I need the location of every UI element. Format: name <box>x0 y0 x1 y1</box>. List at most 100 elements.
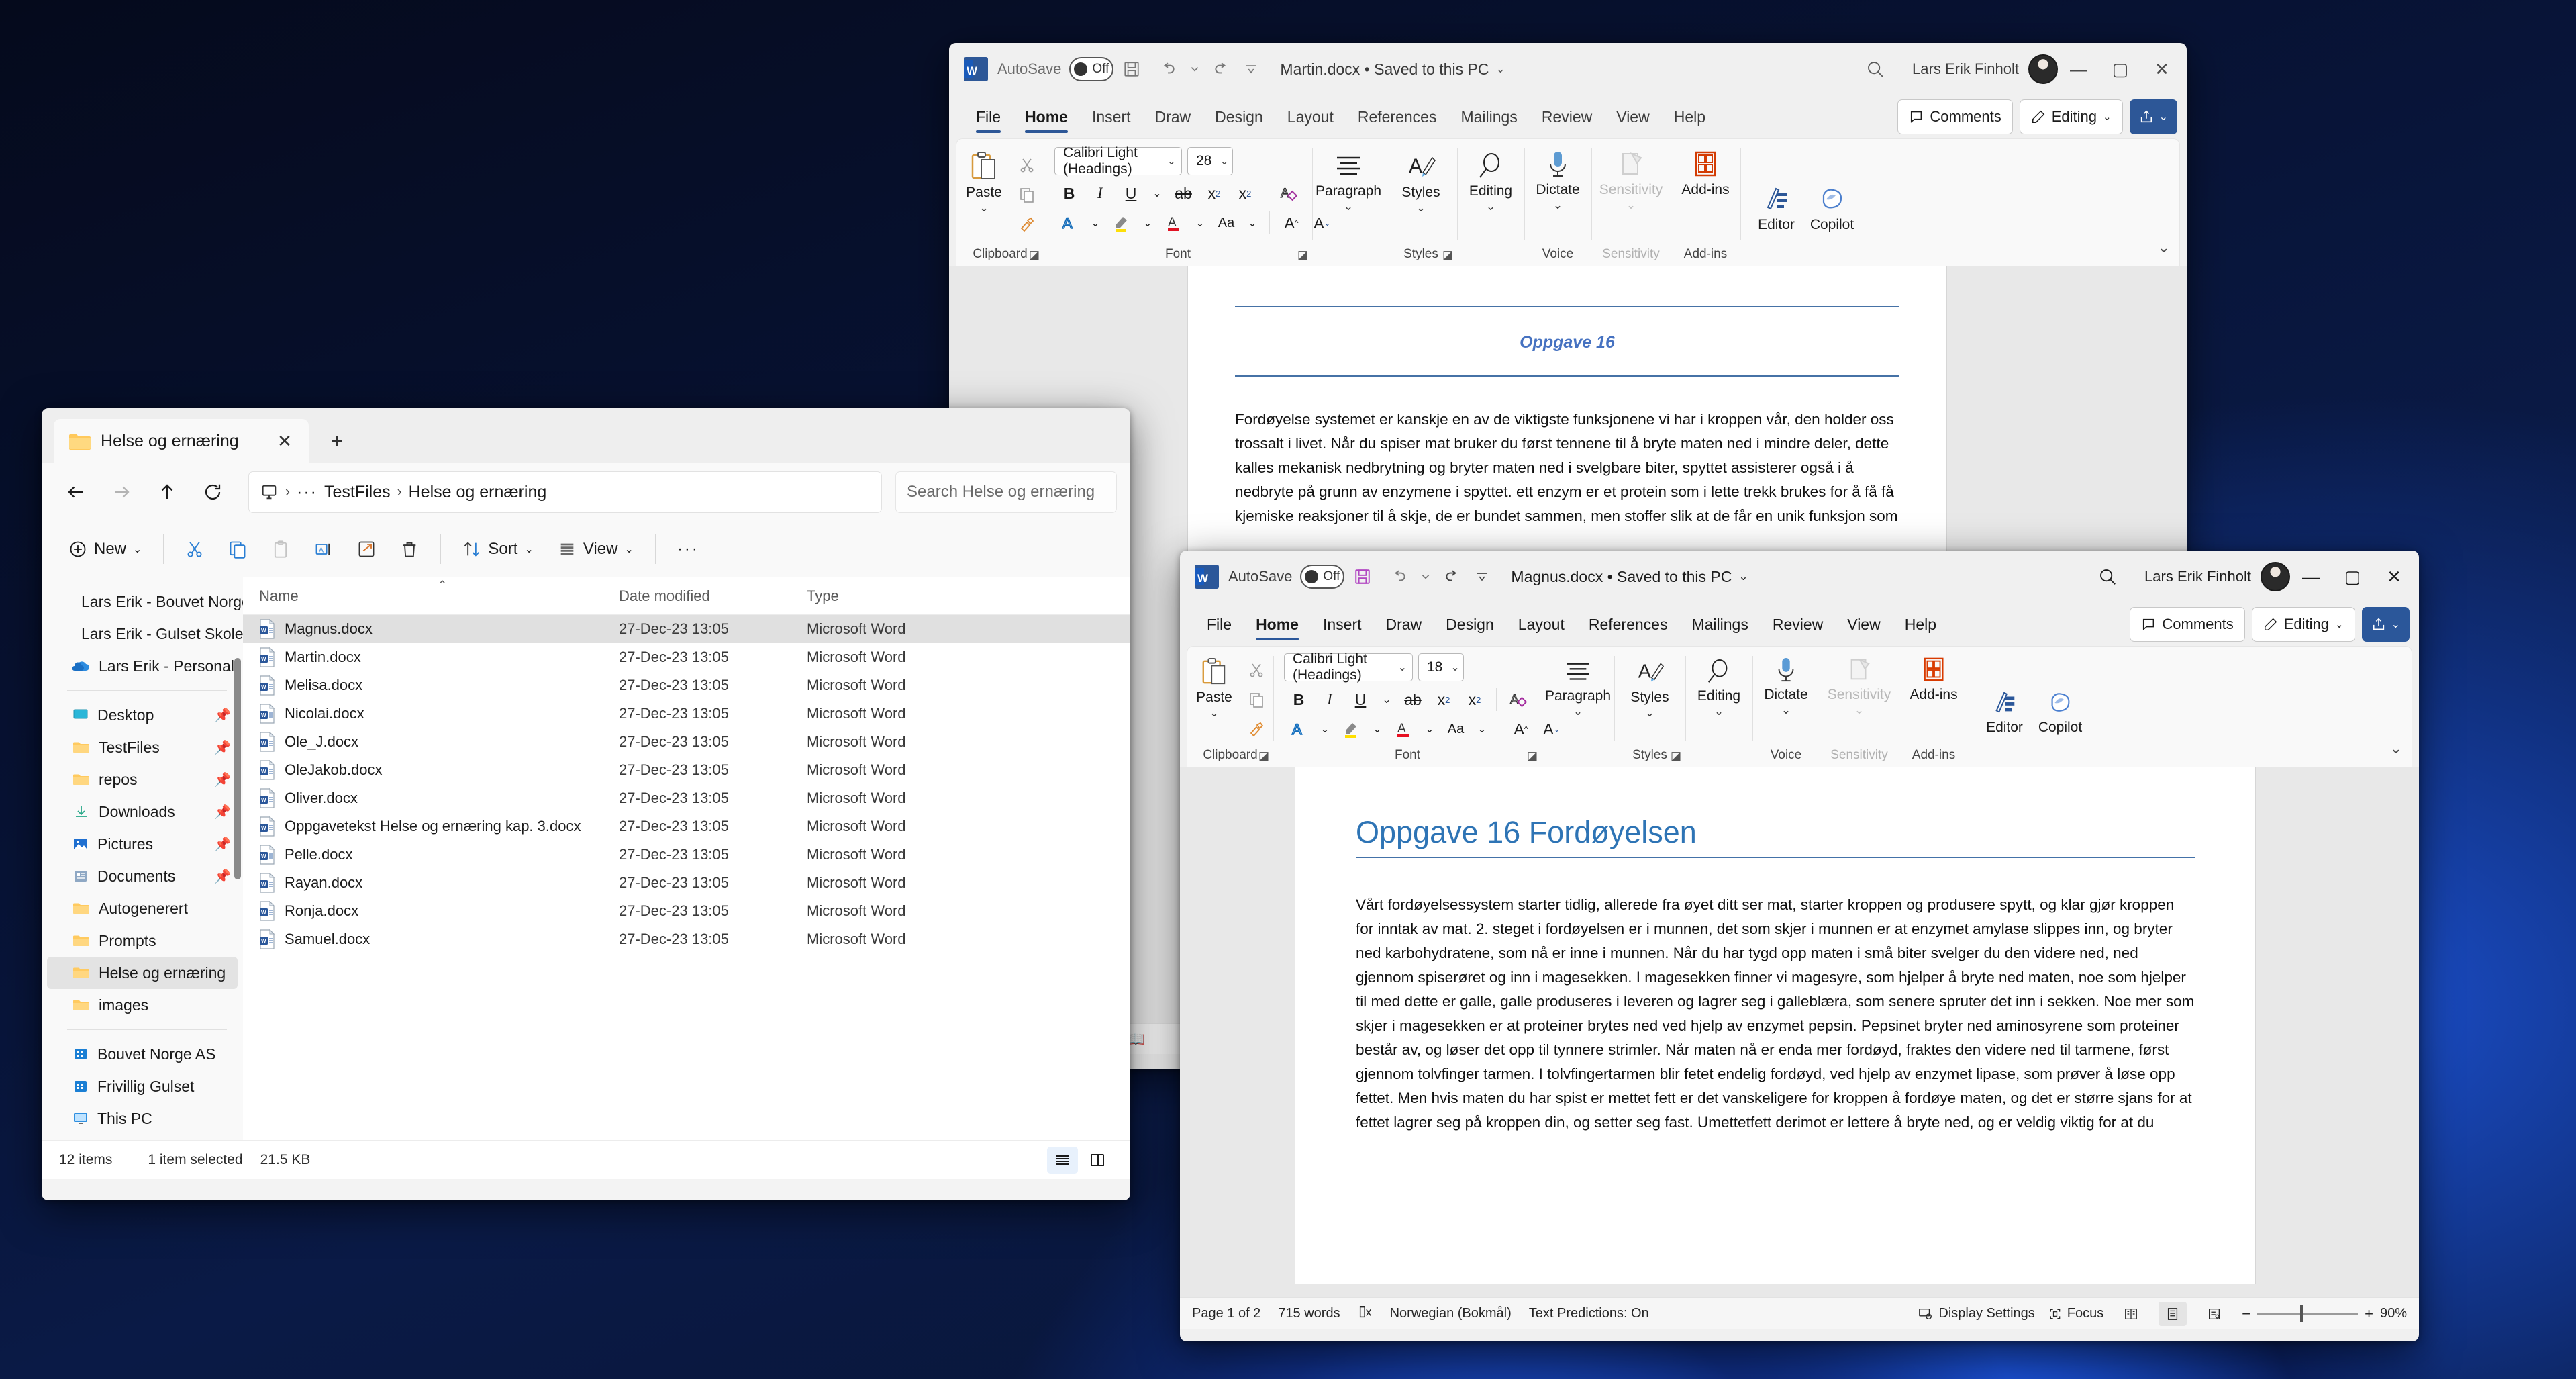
font-name-box[interactable]: Calibri Light (Headings) ⌄ <box>1284 651 1413 683</box>
text-highlight-chevron-icon[interactable]: ⌄ <box>1085 209 1105 237</box>
underline-chevron-icon[interactable]: ⌄ <box>1147 179 1167 207</box>
file-name-cell[interactable]: W Rayan.docx <box>243 873 619 893</box>
styles-dialog-launcher[interactable]: ◪ <box>1442 248 1453 262</box>
paste-button[interactable] <box>260 530 301 569</box>
avatar[interactable] <box>2028 54 2058 84</box>
underline-chevron-icon[interactable]: ⌄ <box>1377 685 1397 714</box>
tab-help[interactable]: Help <box>1893 606 1948 643</box>
table-row[interactable]: W Samuel.docx 27-Dec-23 13:05 Microsoft Wor… <box>243 925 1130 953</box>
tab-draw[interactable]: Draw <box>1143 98 1203 136</box>
save-icon[interactable] <box>1113 51 1150 87</box>
table-row[interactable]: W Magnus.docx 27-Dec-23 13:05 Microsoft Wor… <box>243 615 1130 643</box>
sidebar-item-pictures[interactable]: Pictures 📌 <box>47 828 238 860</box>
forward-button[interactable] <box>101 471 142 513</box>
new-tab-button[interactable]: + <box>318 422 356 460</box>
superscript-button[interactable]: x2 <box>1230 179 1260 207</box>
editing-button[interactable]: Editing ⌄ <box>1459 144 1522 212</box>
file-name-cell[interactable]: W Ronja.docx <box>243 901 619 921</box>
styles-chevron-icon[interactable]: ⌄ <box>1416 202 1426 213</box>
clipboard-dialog-launcher[interactable]: ◪ <box>1258 749 1269 763</box>
tab-file[interactable]: File <box>1195 606 1244 643</box>
text-effects-button[interactable]: A <box>1503 685 1533 714</box>
sidebar-item-documents[interactable]: Documents 📌 <box>47 860 238 892</box>
tab-review[interactable]: Review <box>1761 606 1835 643</box>
strikethrough-button[interactable]: ab <box>1169 179 1198 207</box>
change-case-button[interactable]: Aa <box>1211 209 1241 237</box>
view-button[interactable]: View ⌄ <box>547 530 644 569</box>
more-options-button[interactable]: ··· <box>666 530 710 569</box>
table-row[interactable]: W Martin.docx 27-Dec-23 13:05 Microsoft Wor… <box>243 643 1130 671</box>
font-dialog-launcher[interactable]: ◪ <box>1297 248 1308 262</box>
ribbon-collapse-icon[interactable]: ⌄ <box>2390 740 2402 757</box>
tab-view[interactable]: View <box>1835 606 1892 643</box>
breadcrumb-overflow[interactable]: ··· <box>297 483 317 502</box>
word-window-magnus[interactable]: W AutoSave Off Magnus.docx • Saved to th… <box>1180 551 2419 1341</box>
paste-button[interactable]: Paste ⌄ <box>1189 653 1239 743</box>
preview-pane-button[interactable] <box>1082 1147 1113 1174</box>
paragraph-chevron-icon[interactable]: ⌄ <box>1573 706 1583 717</box>
title-chevron-icon[interactable]: ⌄ <box>1738 570 1748 583</box>
tab-design[interactable]: Design <box>1203 98 1275 136</box>
doc-body[interactable]: Vårt fordøyelsessystem starter tidlig, a… <box>1356 893 2195 1135</box>
breadcrumb-testfiles[interactable]: TestFiles <box>324 483 391 502</box>
undo-dropdown-icon[interactable] <box>1186 51 1203 87</box>
pin-icon[interactable]: 📌 <box>214 739 231 756</box>
share-button[interactable] <box>346 530 387 569</box>
subscript-button[interactable]: x2 <box>1429 685 1458 714</box>
italic-button[interactable]: I <box>1085 179 1115 207</box>
file-name-cell[interactable]: W Nicolai.docx <box>243 704 619 724</box>
dictate-button[interactable]: Dictate ⌄ <box>1526 144 1589 211</box>
file-name-cell[interactable]: W Oppgavetekst Helse og ernæring kap. 3.d… <box>243 816 619 837</box>
text-predictions[interactable]: Text Predictions: On <box>1529 1306 1649 1321</box>
pin-icon[interactable]: 📌 <box>214 804 231 820</box>
sidebar-item-frivillig[interactable]: Frivillig Gulset <box>47 1070 238 1102</box>
zoom-track[interactable] <box>2257 1305 2359 1322</box>
search-icon[interactable] <box>2097 567 2118 587</box>
font-size-chevron-icon[interactable]: ⌄ <box>1211 154 1228 168</box>
breadcrumb-current[interactable]: Helse og ernæring <box>409 483 547 502</box>
font-color-button[interactable]: A <box>1159 209 1189 237</box>
title-chevron-icon[interactable]: ⌄ <box>1495 62 1505 76</box>
font-dialog-launcher[interactable]: ◪ <box>1527 749 1538 763</box>
file-name-cell[interactable]: W Pelle.docx <box>243 845 619 865</box>
proofing-icon[interactable] <box>1358 1304 1373 1323</box>
table-row[interactable]: W Nicolai.docx 27-Dec-23 13:05 Microsoft Wo… <box>243 700 1130 728</box>
paste-chevron-icon[interactable]: ⌄ <box>1209 707 1219 718</box>
undo-dropdown-icon[interactable] <box>1417 559 1434 595</box>
avatar[interactable] <box>2261 562 2290 591</box>
sidebar-item-repos[interactable]: repos 📌 <box>47 763 238 796</box>
italic-button[interactable]: I <box>1315 685 1344 714</box>
copilot-button[interactable]: Copilot <box>2032 683 2088 736</box>
file-name-cell[interactable]: W OleJakob.docx <box>243 760 619 780</box>
cut-button[interactable] <box>1012 151 1042 179</box>
tab-review[interactable]: Review <box>1530 98 1604 136</box>
addins-button[interactable]: Add-ins <box>1674 144 1737 198</box>
copy-button[interactable] <box>1012 181 1042 209</box>
tab-mailings[interactable]: Mailings <box>1679 606 1760 643</box>
zoom-level[interactable]: 90% <box>2380 1306 2407 1321</box>
document-page[interactable]: Oppgave 16 Fordøyelsen Vårt fordøyelsess… <box>1295 767 2255 1284</box>
pin-icon[interactable]: 📌 <box>214 771 231 788</box>
table-row[interactable]: W Melisa.docx 27-Dec-23 13:05 Microsoft Wor… <box>243 671 1130 700</box>
paste-button[interactable]: Paste ⌄ <box>958 147 1009 238</box>
file-name-cell[interactable]: W Martin.docx <box>243 647 619 667</box>
search-icon[interactable] <box>1865 59 1885 79</box>
dictate-chevron-icon[interactable]: ⌄ <box>1553 199 1563 211</box>
highlight-color-button[interactable] <box>1336 715 1366 743</box>
text-highlight-a-button[interactable]: A <box>1054 209 1084 237</box>
highlight-chevron-icon[interactable]: ⌄ <box>1138 209 1158 237</box>
font-size-box[interactable]: 18 ⌄ <box>1418 653 1464 681</box>
editing-mode-button[interactable]: Editing ⌄ <box>2019 99 2123 134</box>
customize-qat-icon[interactable] <box>1471 559 1493 595</box>
editor-button[interactable]: Editor <box>1977 683 2032 736</box>
font-color-chevron-icon[interactable]: ⌄ <box>1420 715 1440 743</box>
redo-icon[interactable] <box>1203 51 1240 87</box>
undo-icon[interactable] <box>1150 51 1186 87</box>
tab-mailings[interactable]: Mailings <box>1448 98 1529 136</box>
share-button[interactable]: ⌄ <box>2361 607 2410 642</box>
text-highlight-chevron-icon[interactable]: ⌄ <box>1315 715 1335 743</box>
table-row[interactable]: W Oppgavetekst Helse og ernæring kap. 3.d… <box>243 812 1130 841</box>
redo-icon[interactable] <box>1434 559 1471 595</box>
refresh-button[interactable] <box>192 471 234 513</box>
navigation-pane[interactable]: Lars Erik - Bouvet Norge AS Lars Erik - … <box>42 577 243 1140</box>
